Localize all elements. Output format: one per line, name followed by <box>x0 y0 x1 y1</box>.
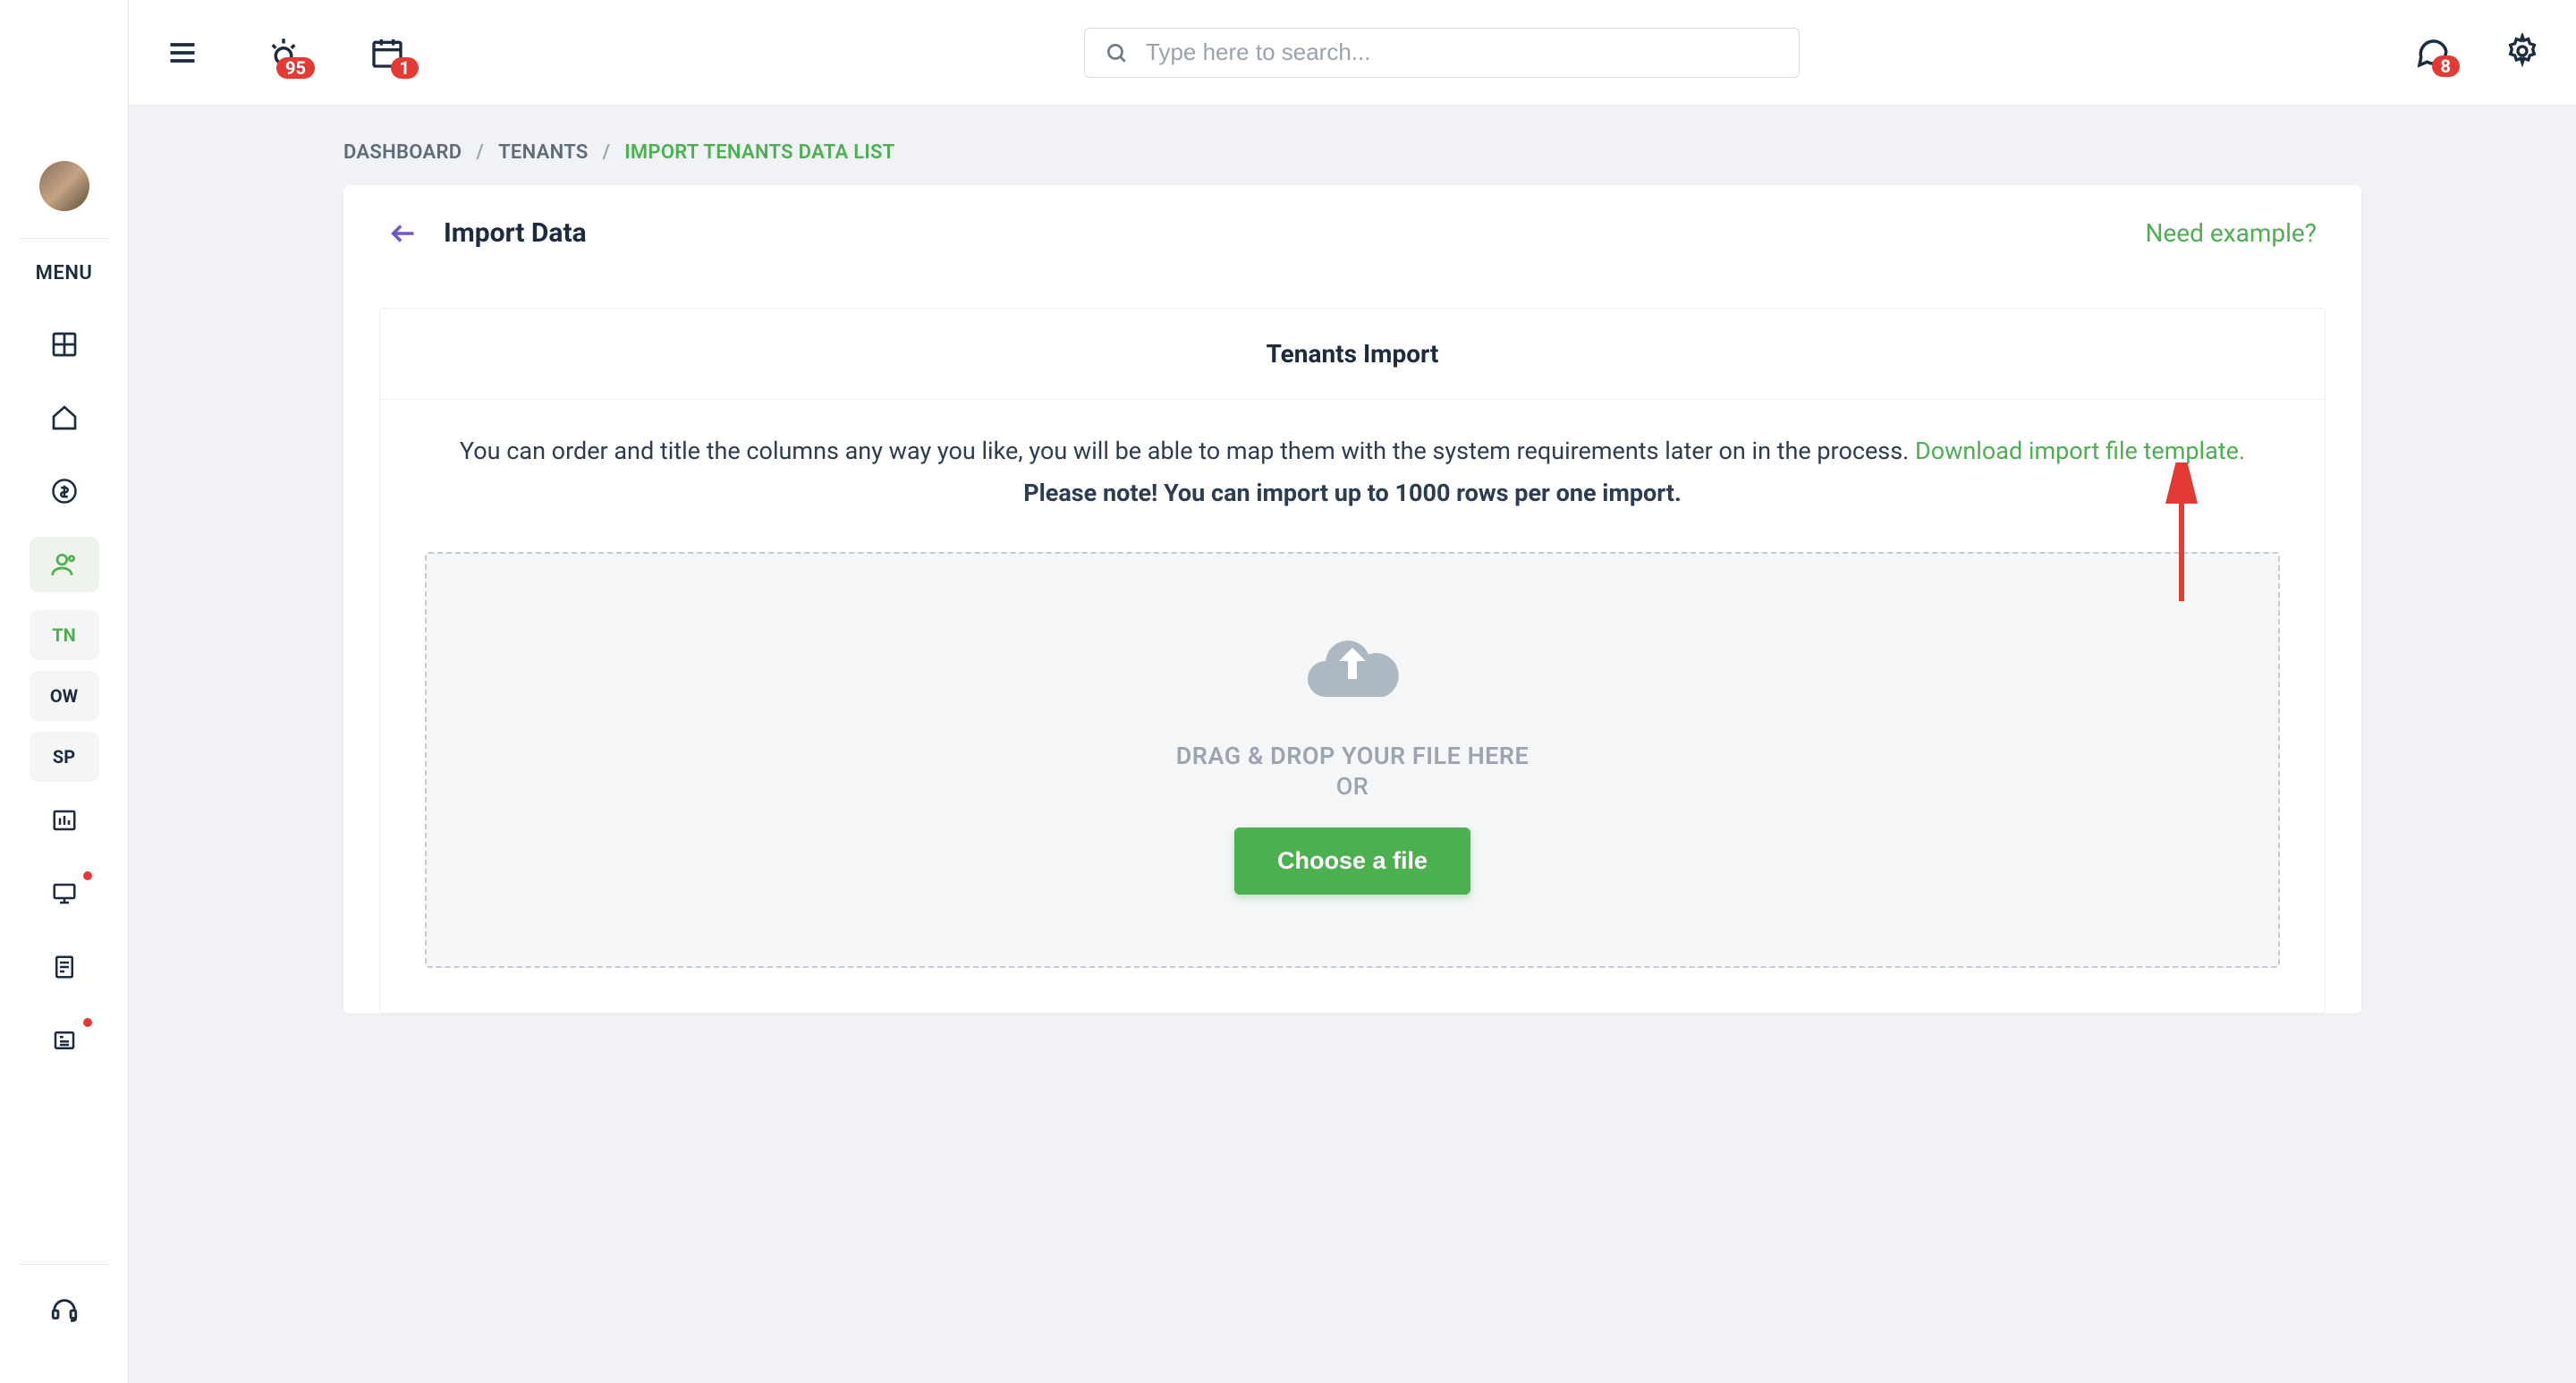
nav-sub-sp[interactable]: SP <box>30 732 99 782</box>
nav-sub-ow[interactable]: OW <box>30 671 99 721</box>
badge-count: 8 <box>2432 55 2460 77</box>
gear-icon <box>2504 33 2540 69</box>
nav-news[interactable] <box>30 1013 99 1068</box>
file-dropzone[interactable]: DRAG & DROP YOUR FILE HERE OR Choose a f… <box>425 552 2280 968</box>
breadcrumb-tenants[interactable]: TENANTS <box>498 141 589 164</box>
sidebar: MENU TN OW SP <box>0 0 129 1383</box>
nav-support[interactable] <box>30 1283 99 1338</box>
grid-icon <box>50 330 79 359</box>
cloud-upload-icon <box>1299 616 1406 715</box>
search-icon <box>1105 41 1128 64</box>
tenants-import-panel: Tenants Import You can order and title t… <box>379 308 2326 1014</box>
arrow-left-icon <box>388 218 419 249</box>
calendar-notifications[interactable]: 1 <box>367 32 408 73</box>
panel-heading: Tenants Import <box>380 309 2325 400</box>
presentation-icon <box>51 880 78 907</box>
settings-button[interactable] <box>2504 33 2540 72</box>
document-icon <box>51 954 78 980</box>
badge-count: 1 <box>391 57 419 79</box>
nav-sub-tn[interactable]: TN <box>30 610 99 660</box>
search-container[interactable] <box>1084 28 1800 78</box>
menu-label: MENU <box>36 262 93 284</box>
search-input[interactable] <box>1146 38 1779 66</box>
breadcrumb-dashboard[interactable]: DASHBOARD <box>343 141 462 164</box>
example-link[interactable]: Need example? <box>2145 218 2317 248</box>
avatar[interactable] <box>39 161 89 211</box>
notifications-weather[interactable]: 95 <box>263 32 304 73</box>
page-title: Import Data <box>444 217 587 249</box>
dropzone-text: DRAG & DROP YOUR FILE HERE OR <box>1176 742 1530 801</box>
chart-icon <box>51 807 78 834</box>
back-button[interactable] <box>388 218 419 249</box>
nav-people[interactable] <box>30 537 99 592</box>
menu-toggle[interactable] <box>165 35 200 71</box>
notification-dot-icon <box>83 871 92 880</box>
hamburger-icon <box>166 37 199 69</box>
badge-count: 95 <box>276 57 315 79</box>
download-template-link[interactable]: Download import file template. <box>1915 437 2245 465</box>
people-icon <box>50 550 79 579</box>
nav-dashboard[interactable] <box>30 317 99 372</box>
instructions-text: You can order and title the columns any … <box>380 400 2325 530</box>
dollar-circle-icon <box>51 478 78 505</box>
headset-icon <box>49 1295 80 1326</box>
content-area: DASHBOARD / TENANTS / IMPORT TENANTS DAT… <box>129 106 2576 1383</box>
chat-notifications[interactable]: 8 <box>2413 32 2451 73</box>
import-card: Import Data Need example? Tenants Import… <box>343 185 2361 1014</box>
main: 95 1 8 DASHBOARD <box>129 0 2576 1383</box>
breadcrumb-current: IMPORT TENANTS DATA LIST <box>624 141 894 164</box>
notification-dot-icon <box>83 1018 92 1027</box>
nav-documents[interactable] <box>30 939 99 995</box>
home-icon <box>50 403 79 432</box>
nav-home[interactable] <box>30 390 99 445</box>
note-text: Please note! You can import up to 1000 r… <box>434 474 2271 513</box>
nav-reports[interactable] <box>30 793 99 848</box>
nav-finance[interactable] <box>30 463 99 519</box>
header: 95 1 8 <box>129 0 2576 106</box>
nav-announcements[interactable] <box>30 866 99 921</box>
choose-file-button[interactable]: Choose a file <box>1234 827 1470 895</box>
breadcrumb: DASHBOARD / TENANTS / IMPORT TENANTS DAT… <box>343 141 2361 164</box>
news-icon <box>51 1027 78 1054</box>
